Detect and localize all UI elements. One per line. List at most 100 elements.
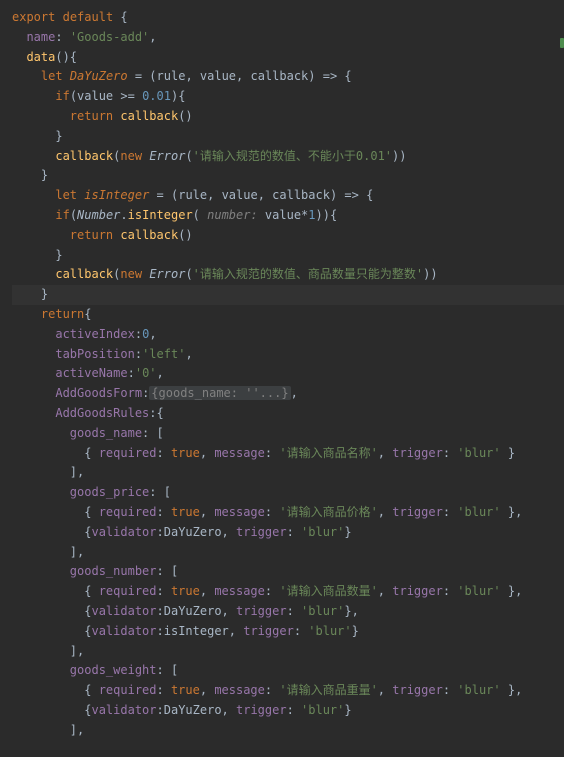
code-line: ], — [12, 642, 564, 662]
token-kw: export — [12, 10, 55, 24]
token-pun: : — [135, 327, 142, 341]
token-pun: :{ — [149, 406, 163, 420]
token-str: '请输入商品名称' — [279, 446, 377, 460]
token-pun: : — [287, 703, 301, 717]
code-line: return callback() — [12, 107, 564, 127]
code-editor[interactable]: export default { name: 'Goods-add', data… — [0, 0, 564, 748]
token-str: '请输入商品数量' — [279, 584, 377, 598]
token-pun: : — [265, 446, 279, 460]
token-str: '请输入商品重量' — [279, 683, 377, 697]
token-prop: AddGoodsForm — [55, 386, 142, 400]
token-pun: } — [41, 168, 48, 182]
token-pun: }, — [344, 604, 358, 618]
token-pun: DaYuZero — [164, 604, 222, 618]
token-prop: trigger — [243, 624, 294, 638]
token-pun: = ( — [128, 69, 157, 83]
token-pun: ( — [185, 149, 192, 163]
code-line: if(value >= 0.01){ — [12, 87, 564, 107]
token-num: 1 — [308, 208, 315, 222]
token-str: 'blur' — [457, 584, 500, 598]
token-pun: : — [157, 683, 171, 697]
code-line: tabPosition:'left', — [12, 345, 564, 365]
token-pun: : — [443, 683, 457, 697]
token-bool: true — [171, 446, 200, 460]
token-pun: , — [378, 683, 392, 697]
token-fn: isInteger — [128, 208, 193, 222]
token-prop: required — [99, 446, 157, 460]
token-kw: let — [55, 188, 77, 202]
token-pun: : — [157, 584, 171, 598]
token-prop: trigger — [392, 446, 443, 460]
token-pun: ( — [185, 267, 192, 281]
token-prop: trigger — [236, 525, 287, 539]
token-pun: )) — [423, 267, 437, 281]
token-pun: )){ — [316, 208, 338, 222]
token-pun: ){ — [171, 89, 185, 103]
token-str: 'blur' — [457, 446, 500, 460]
code-line: {validator:DaYuZero, trigger: 'blur'} — [12, 701, 564, 721]
token-pun: } — [55, 129, 62, 143]
token-pun: ( — [193, 208, 207, 222]
token-prop: required — [99, 584, 157, 598]
code-line: callback(new Error('请输入规范的数值、商品数量只能为整数')… — [12, 265, 564, 285]
token-pun: : — [157, 446, 171, 460]
code-line: return callback() — [12, 226, 564, 246]
token-prop: validator — [91, 525, 156, 539]
token-prop: validator — [91, 604, 156, 618]
token-str: '请输入规范的数值、商品数量只能为整数' — [193, 267, 423, 281]
token-prop: activeName — [55, 366, 127, 380]
token-bool: true — [171, 505, 200, 519]
token-pun: DaYuZero — [164, 525, 222, 539]
code-line: { required: true, message: '请输入商品名称', tr… — [12, 444, 564, 464]
token-fn: data — [26, 50, 55, 64]
code-line: export default { — [12, 8, 564, 28]
token-pun: value — [222, 188, 258, 202]
token-pun: }, — [501, 584, 523, 598]
token-kw: if — [55, 208, 69, 222]
token-str: 'blur' — [301, 604, 344, 618]
code-line: callback(new Error('请输入规范的数值、不能小于0.01')) — [12, 147, 564, 167]
token-prop: message — [214, 584, 265, 598]
token-fn: callback — [120, 228, 178, 242]
code-line: activeIndex:0, — [12, 325, 564, 345]
token-pun: : — [443, 446, 457, 460]
token-pun: , — [207, 188, 221, 202]
token-pun: , — [378, 584, 392, 598]
scrollbar-marker — [560, 38, 564, 48]
token-num: 0.01 — [142, 89, 171, 103]
token-prop: goods_number — [70, 564, 157, 578]
token-fn: callback — [55, 267, 113, 281]
token-pun: : — [265, 505, 279, 519]
token-pun: : — [128, 366, 135, 380]
code-line: let DaYuZero = (rule, value, callback) =… — [12, 67, 564, 87]
code-line: goods_weight: [ — [12, 661, 564, 681]
code-line: data(){ — [12, 48, 564, 68]
token-pun: : — [157, 525, 164, 539]
token-pun: , — [229, 624, 243, 638]
token-pun: , — [258, 188, 272, 202]
token-pun: isInteger — [164, 624, 229, 638]
token-bool: true — [171, 584, 200, 598]
token-pun: } — [344, 703, 351, 717]
token-pun: : [ — [142, 426, 164, 440]
token-pun: , — [149, 327, 156, 341]
token-pun: rule — [157, 69, 186, 83]
token-pun: , — [200, 505, 214, 519]
token-pun: { — [84, 446, 98, 460]
token-pun: , — [200, 584, 214, 598]
token-pun: ) => { — [308, 69, 351, 83]
token-pun: : — [287, 525, 301, 539]
token-pun: : — [157, 703, 164, 717]
code-line: } — [12, 285, 564, 305]
token-prop: activeIndex — [55, 327, 134, 341]
token-kw: new — [120, 149, 142, 163]
code-line: } — [12, 246, 564, 266]
token-str: 'blur' — [301, 525, 344, 539]
code-line: name: 'Goods-add', — [12, 28, 564, 48]
code-line: { required: true, message: '请输入商品数量', tr… — [12, 582, 564, 602]
token-str: 'Goods-add' — [70, 30, 149, 44]
token-pun: DaYuZero — [164, 703, 222, 717]
token-pun: { — [84, 584, 98, 598]
token-pun: ], — [70, 465, 84, 479]
token-kw: let — [41, 69, 63, 83]
